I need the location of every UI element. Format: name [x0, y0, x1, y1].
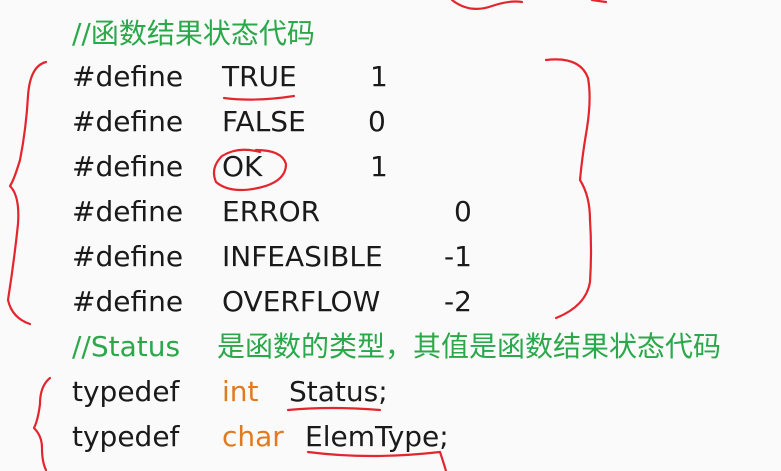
typedef-type: char [222, 420, 284, 453]
define-keyword: #define [72, 60, 184, 93]
code-slide: //函数结果状态代码 #define TRUE 1 #define FALSE … [0, 0, 781, 471]
top-stroke-mark [450, 0, 524, 11]
define-name: INFEASIBLE [222, 240, 383, 273]
typedef-keyword: typedef [72, 420, 180, 453]
left-brace [6, 60, 48, 326]
typedef-brace [32, 376, 52, 471]
typedef-type: int [222, 375, 259, 408]
top-stroke-mark-2 [590, 0, 608, 4]
comment-status-codes: //函数结果状态代码 [72, 17, 315, 50]
define-name: OVERFLOW [222, 285, 381, 318]
right-brace [544, 58, 593, 320]
define-name: FALSE [222, 105, 306, 138]
define-value: 0 [368, 105, 386, 138]
typedef-name: Status; [289, 375, 388, 408]
define-value: -2 [444, 285, 472, 318]
define-value: 1 [370, 60, 388, 93]
typedef-name: ElemType; [305, 420, 449, 453]
define-keyword: #define [72, 105, 184, 138]
define-name: TRUE [222, 60, 297, 93]
define-keyword: #define [72, 240, 184, 273]
define-value: 0 [454, 195, 472, 228]
define-value: 1 [370, 150, 388, 183]
comment-status-prefix: //Status [72, 330, 181, 363]
define-name: ERROR [222, 195, 321, 228]
define-name: OK [222, 150, 263, 183]
define-value: -1 [444, 240, 472, 273]
typedef-keyword: typedef [72, 375, 180, 408]
define-keyword: #define [72, 285, 184, 318]
define-keyword: #define [72, 150, 184, 183]
comment-status-text: 是函数的类型，其值是函数结果状态代码 [217, 330, 722, 363]
define-keyword: #define [72, 195, 184, 228]
